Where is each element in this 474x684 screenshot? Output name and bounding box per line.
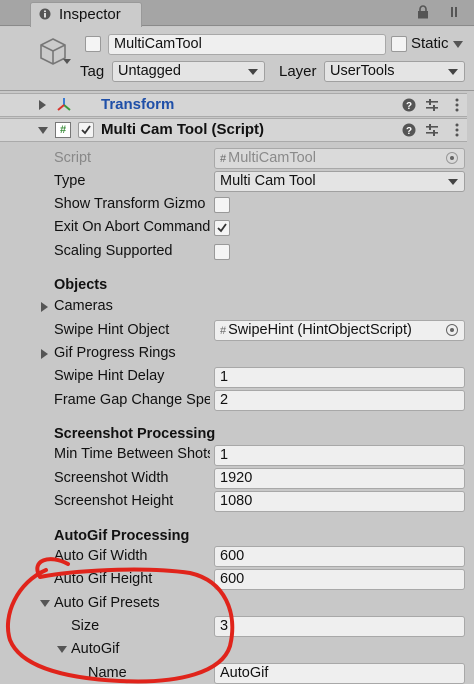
gif-rings-label[interactable]: Gif Progress Rings [54,345,176,361]
static-label: Static [411,35,449,52]
script-label: Script [54,150,92,166]
autogif-height-label: Auto Gif Height [54,571,153,587]
object-name-value: MultiCamTool [114,36,202,52]
layer-value: UserTools [330,63,395,79]
autogif-width-label: Auto Gif Width [54,548,148,564]
static-checkbox[interactable] [391,36,407,52]
autogif-heading: AutoGif Processing [54,528,190,544]
size-value: 3 [220,618,229,634]
more-options-icon[interactable] [450,98,464,112]
active-checkbox[interactable] [85,36,101,52]
tab-label: Inspector [59,6,121,23]
static-dropdown-arrow-icon[interactable] [453,41,463,48]
show-gizmo-checkbox[interactable] [214,197,230,213]
tag-dropdown[interactable]: Untagged [112,61,265,82]
screenshot-width-label: Screenshot Width [54,470,169,486]
script-field: # MultiCamTool [214,148,465,169]
min-time-label: Min Time Between Shots [54,446,210,462]
swipe-delay-label: Swipe Hint Delay [54,368,165,384]
object-name-input[interactable]: MultiCamTool [108,34,386,55]
show-gizmo-label: Show Transform Gizmo [54,196,206,212]
script-file-icon: # [55,122,71,138]
expand-arrow-icon[interactable] [41,302,48,312]
size-label: Size [71,618,100,634]
script-file-icon: # [220,153,227,165]
object-picker-icon [446,152,458,164]
type-dropdown[interactable]: Multi Cam Tool [214,171,465,192]
expand-arrow-icon[interactable] [39,100,46,110]
autogif-height-value: 600 [220,571,245,587]
svg-text:?: ? [406,101,412,112]
cameras-label[interactable]: Cameras [54,298,113,314]
type-value: Multi Cam Tool [220,173,316,189]
info-icon [39,8,51,20]
help-icon[interactable]: ? [402,98,416,112]
autogif-height-input[interactable]: 600 [214,569,465,590]
screenshot-height-label: Screenshot Height [54,493,174,509]
layer-dropdown[interactable]: UserTools [324,61,465,82]
exit-abort-label: Exit On Abort Command [54,219,210,235]
swipe-delay-value: 1 [220,369,229,385]
menu-icon[interactable] [447,6,461,18]
swipe-hint-object-field[interactable]: # SwipeHint (HintObjectScript) [214,320,465,341]
exit-abort-checkbox[interactable] [214,220,230,236]
preset-settings-icon[interactable] [425,123,439,137]
frame-gap-label: Frame Gap Change Speed [54,392,210,408]
transform-title: Transform [101,96,175,113]
min-time-input[interactable]: 1 [214,445,465,466]
swipe-hint-label: Swipe Hint Object [54,322,170,338]
script-file-icon: # [220,325,227,337]
collapse-arrow-icon[interactable] [57,646,67,653]
name-label: Name [88,665,127,681]
screenshot-height-input[interactable]: 1080 [214,491,465,512]
help-icon[interactable]: ? [402,123,416,137]
checkmark-icon [217,223,227,233]
scaling-label: Scaling Supported [54,243,173,259]
scrollbar[interactable] [467,92,474,684]
checkmark-icon [81,125,91,135]
scaling-checkbox[interactable] [214,244,230,260]
chevron-down-icon [448,179,458,185]
name-value: AutoGif [220,665,269,681]
swipe-hint-value: SwipeHint (HintObjectScript) [228,322,412,338]
collapse-arrow-icon[interactable] [40,600,50,607]
screenshot-heading: Screenshot Processing [54,426,216,442]
size-input[interactable]: 3 [214,616,465,637]
transform-icon [57,98,71,111]
autogif-element-label[interactable]: AutoGif [71,641,119,657]
object-picker-icon[interactable] [446,324,458,336]
more-options-icon[interactable] [450,123,464,137]
screenshot-width-input[interactable]: 1920 [214,468,465,489]
type-label: Type [54,173,86,189]
name-input[interactable]: AutoGif [214,663,465,684]
tag-label: Tag [80,63,105,80]
swipe-delay-input[interactable]: 1 [214,367,465,388]
chevron-down-icon [248,69,258,75]
component-enabled-checkbox[interactable] [78,122,94,138]
objects-heading: Objects [54,277,108,293]
tag-value: Untagged [118,63,181,79]
frame-gap-input[interactable]: 2 [214,390,465,411]
frame-gap-value: 2 [220,392,229,408]
script-value: MultiCamTool [228,150,316,166]
collapse-arrow-icon[interactable] [38,127,48,134]
preset-settings-icon[interactable] [425,98,439,112]
screenshot-width-value: 1920 [220,470,253,486]
autogif-width-value: 600 [220,548,245,564]
autogif-presets-label[interactable]: Auto Gif Presets [54,595,160,611]
expand-arrow-icon[interactable] [41,349,48,359]
autogif-width-input[interactable]: 600 [214,546,465,567]
lock-icon[interactable] [417,5,429,19]
min-time-value: 1 [220,447,229,463]
icon-dropdown-arrow-icon[interactable] [63,59,71,64]
layer-label: Layer [279,63,317,80]
screenshot-height-value: 1080 [220,493,253,509]
tab-inspector[interactable]: Inspector [30,2,142,27]
script-component-title: Multi Cam Tool (Script) [101,121,265,138]
chevron-down-icon [448,69,458,75]
svg-text:?: ? [406,126,412,137]
